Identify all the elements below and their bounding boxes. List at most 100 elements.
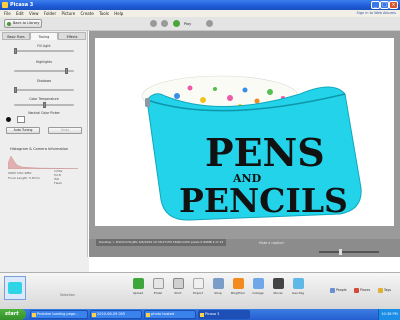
highlights-label: Highlights <box>35 60 53 64</box>
next-icon[interactable] <box>206 20 214 27</box>
neutral-color-picker-label: Neutral Color Picker <box>28 111 60 115</box>
places-label: Places <box>360 288 371 292</box>
export-icon <box>192 278 204 289</box>
upload-button[interactable]: Upload <box>128 278 148 295</box>
previous-icon[interactable] <box>150 20 157 27</box>
shop-icon <box>212 278 224 289</box>
tab-tuning[interactable]: Tuning <box>30 32 58 40</box>
shop-button[interactable]: Shop <box>208 278 228 295</box>
undo-button[interactable]: Undo <box>48 127 82 134</box>
people-button[interactable]: People <box>330 287 347 294</box>
start-button[interactable]: start <box>0 309 26 320</box>
back-to-library-button[interactable]: Back to Library <box>4 19 42 28</box>
upload-icon <box>132 278 144 289</box>
geo-tag-label: Geo-Tag <box>292 291 304 295</box>
color-temperature-slider[interactable] <box>14 102 74 108</box>
photo[interactable]: PENS AND PENCILS <box>95 38 394 226</box>
collage-label: Collage <box>252 291 264 295</box>
taskbar-item-folder[interactable]: 2010-06-09 005 <box>90 310 142 319</box>
histogram <box>8 155 78 169</box>
play-slideshow-button[interactable] <box>172 20 180 27</box>
email-button[interactable]: Email <box>148 278 168 295</box>
shadows-slider[interactable] <box>14 87 74 93</box>
thumbnail-image <box>8 282 22 294</box>
tab-basic-fixes[interactable]: Basic Fixes <box>2 32 30 40</box>
close-button[interactable]: × <box>389 1 398 9</box>
globe-icon <box>292 278 304 289</box>
menu-edit[interactable]: Edit <box>16 10 24 17</box>
blogthis-button[interactable]: BlogThis! <box>228 278 248 295</box>
upload-label: Upload <box>132 291 144 295</box>
taskbar-item-picasa[interactable]: Picasa 3 <box>198 310 250 319</box>
maximize-button[interactable]: □ <box>380 1 389 9</box>
menu-folder[interactable]: Folder <box>44 10 56 17</box>
fill-light-slider[interactable] <box>14 48 74 54</box>
places-icon <box>354 288 359 293</box>
title-bar: Picasa 3 _ □ × <box>0 0 400 10</box>
people-icon <box>330 288 335 293</box>
photo-viewer: PENS AND PENCILS <box>89 31 400 239</box>
zoom-bar <box>89 247 400 257</box>
photo-icon <box>146 313 150 317</box>
export-button[interactable]: Export <box>188 278 208 295</box>
highlights-slider[interactable] <box>14 68 74 74</box>
shadows-thumb[interactable] <box>14 87 17 93</box>
zoom-thumb[interactable] <box>339 249 342 255</box>
menu-create[interactable]: Create <box>81 10 94 17</box>
menu-picture[interactable]: Picture <box>61 10 75 17</box>
movie-label: Movie <box>273 291 283 295</box>
menu-bar: File Edit View Folder Picture Create Too… <box>0 10 400 17</box>
photo-tray: Selection Upload Email Print Export Shop… <box>0 272 400 309</box>
neutral-color-swatch[interactable] <box>17 116 25 123</box>
histogram-title: Histogram & Camera Information <box>10 147 69 151</box>
picasa-app-icon <box>2 2 8 8</box>
blogthis-label: BlogThis! <box>231 291 245 295</box>
fill-light-thumb[interactable] <box>14 48 17 54</box>
rotate-icon[interactable] <box>161 20 169 27</box>
caption-input[interactable]: Make a caption! <box>259 239 285 247</box>
taskbar-item-photo[interactable]: photo hosted <box>144 310 196 319</box>
camera-focal-length: Focal Length: 5.8mm <box>8 176 40 180</box>
selection-label: Selection <box>60 293 75 297</box>
sign-in-link[interactable]: Sign in to Web Albums <box>357 10 396 17</box>
taskbar-item-label: 2010-06-09 005 <box>97 312 126 316</box>
movie-button[interactable]: Movie <box>268 278 288 295</box>
taskbar-item-browser[interactable]: Problem loading page... <box>30 310 88 319</box>
back-arrow-icon <box>7 22 11 26</box>
photo-info-bar: Desktop > DSC01234.JPG 4/6/2009 10:38:23… <box>96 239 227 246</box>
menu-file[interactable]: File <box>4 10 11 17</box>
picasa-icon <box>200 313 204 317</box>
selected-thumbnail[interactable] <box>4 276 26 300</box>
tags-label: Tags <box>384 288 392 292</box>
email-label: Email <box>153 291 163 295</box>
blogger-icon <box>232 278 244 289</box>
window-title: Picasa 3 <box>10 2 34 8</box>
system-clock: 10:38 PM <box>378 309 400 320</box>
color-temperature-thumb[interactable] <box>43 102 46 108</box>
menu-tools[interactable]: Tools <box>99 10 109 17</box>
geo-tag-button[interactable]: Geo-Tag <box>288 278 308 295</box>
taskbar: start Problem loading page... 2010-06-09… <box>0 309 400 320</box>
edit-panel: Basic Fixes Tuning Effects Fill Light Hi… <box>0 31 88 272</box>
taskbar-item-label: Picasa 3 <box>205 312 220 316</box>
browser-icon <box>32 313 36 317</box>
menu-help[interactable]: Help <box>114 10 123 17</box>
toolbar: Back to Library Play <box>0 17 400 31</box>
auto-tuning-button[interactable]: Auto Tuning <box>6 127 40 134</box>
tab-effects[interactable]: Effects <box>58 32 86 40</box>
slideshow-controls: Play <box>150 20 216 27</box>
collage-button[interactable]: Collage <box>248 278 268 295</box>
eyedropper-icon[interactable] <box>6 117 11 122</box>
zoom-slider[interactable] <box>319 251 379 253</box>
print-button[interactable]: Print <box>168 278 188 295</box>
menu-view[interactable]: View <box>29 10 39 17</box>
places-button[interactable]: Places <box>354 287 370 294</box>
email-icon <box>152 278 164 289</box>
pouch-text-pens: PENS <box>205 130 325 175</box>
pencil-pouch-image: PENS AND PENCILS <box>141 75 362 221</box>
highlights-thumb[interactable] <box>65 68 68 74</box>
tags-button[interactable]: Tags <box>378 287 391 294</box>
minimize-button[interactable]: _ <box>371 1 380 9</box>
shop-label: Shop <box>214 291 222 295</box>
print-label: Print <box>174 291 182 295</box>
